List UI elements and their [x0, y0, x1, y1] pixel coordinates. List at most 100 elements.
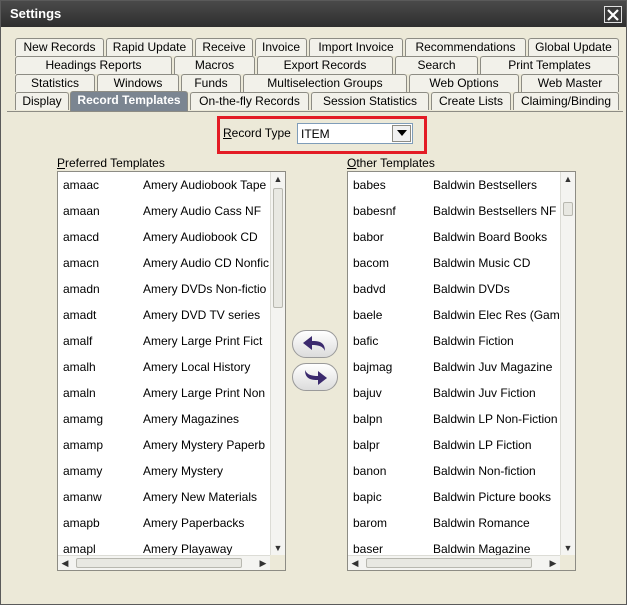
tab-recommendations[interactable]: Recommendations	[405, 38, 526, 56]
scroll-right-button[interactable]: ▶	[256, 556, 270, 570]
list-item[interactable]: amanw Amery New Materials	[58, 484, 270, 510]
template-name: Baldwin Juv Fiction	[433, 386, 536, 400]
scroll-down-button[interactable]: ▼	[271, 541, 285, 555]
tab-multiselection-groups[interactable]: Multiselection Groups	[243, 74, 407, 92]
list-item[interactable]: bajmag Baldwin Juv Magazine	[348, 354, 560, 380]
tab-receive[interactable]: Receive	[195, 38, 253, 56]
window-title: Settings	[10, 6, 62, 21]
tab-web-options[interactable]: Web Options	[409, 74, 519, 92]
preferred-vertical-scrollbar[interactable]: ▲ ▼	[270, 172, 285, 555]
list-item[interactable]: bafic Baldwin Fiction	[348, 328, 560, 354]
list-item[interactable]: amacd Amery Audiobook CD	[58, 224, 270, 250]
template-name: Baldwin Music CD	[433, 256, 531, 270]
list-item[interactable]: baele Baldwin Elec Res (Gam	[348, 302, 560, 328]
list-item[interactable]: amacn Amery Audio CD Nonfic	[58, 250, 270, 276]
template-code: baser	[353, 542, 384, 555]
scroll-down-button[interactable]: ▼	[561, 541, 575, 555]
list-item[interactable]: amamg Amery Magazines	[58, 406, 270, 432]
tab-export-records[interactable]: Export Records	[257, 56, 393, 74]
template-name: Baldwin Fiction	[433, 334, 514, 348]
list-item[interactable]: bapic Baldwin Picture books	[348, 484, 560, 510]
tab-claiming-binding[interactable]: Claiming/Binding	[513, 92, 619, 110]
list-item[interactable]: amadt Amery DVD TV series	[58, 302, 270, 328]
list-item[interactable]: barom Baldwin Romance	[348, 510, 560, 536]
list-item[interactable]: badvd Baldwin DVDs	[348, 276, 560, 302]
template-name: Amery Audio CD Nonfic	[143, 256, 270, 270]
scroll-left-button[interactable]: ◀	[348, 556, 362, 570]
template-code: amamy	[63, 464, 103, 478]
list-item[interactable]: baser Baldwin Magazine	[348, 536, 560, 555]
tab-windows[interactable]: Windows	[97, 74, 179, 92]
tab-macros[interactable]: Macros	[174, 56, 255, 74]
scroll-left-button[interactable]: ◀	[58, 556, 72, 570]
scroll-up-button[interactable]: ▲	[561, 172, 575, 186]
record-type-dropdown-button[interactable]	[392, 125, 411, 142]
list-item[interactable]: amapl Amery Playaway	[58, 536, 270, 555]
template-code: babes	[353, 178, 386, 192]
list-item[interactable]: amadn Amery DVDs Non-fictio	[58, 276, 270, 302]
tab-new-records[interactable]: New Records	[15, 38, 104, 56]
list-item[interactable]: bacom Baldwin Music CD	[348, 250, 560, 276]
template-name: Baldwin Romance	[433, 516, 530, 530]
template-name: Amery Local History	[143, 360, 251, 374]
chevron-down-icon	[396, 130, 407, 136]
scroll-up-button[interactable]: ▲	[271, 172, 285, 186]
tab-statistics[interactable]: Statistics	[15, 74, 95, 92]
tab-search[interactable]: Search	[395, 56, 478, 74]
tab-web-master[interactable]: Web Master	[521, 74, 619, 92]
scroll-thumb-horizontal[interactable]	[366, 558, 532, 568]
preferred-horizontal-scrollbar[interactable]: ◀ ▶	[58, 555, 285, 570]
tab-create-lists[interactable]: Create Lists	[431, 92, 511, 110]
list-item[interactable]: amamy Amery Mystery	[58, 458, 270, 484]
move-to-other-button[interactable]	[292, 363, 338, 391]
list-item[interactable]: amaln Amery Large Print Non	[58, 380, 270, 406]
scroll-thumb[interactable]	[563, 202, 573, 216]
list-item[interactable]: amapb Amery Paperbacks	[58, 510, 270, 536]
tab-global-update[interactable]: Global Update	[528, 38, 619, 56]
tab-rapid-update[interactable]: Rapid Update	[106, 38, 193, 56]
tab-on-the-fly-records[interactable]: On-the-fly Records	[190, 92, 309, 110]
template-code: bapic	[353, 490, 382, 504]
record-type-label-text: ecord Type	[231, 126, 291, 140]
list-item[interactable]: balpr Baldwin LP Fiction	[348, 432, 560, 458]
template-name: Amery Large Print Non	[143, 386, 266, 400]
record-type-select[interactable]: ITEM	[297, 123, 413, 144]
list-item[interactable]: amamp Amery Mystery Paperb	[58, 432, 270, 458]
list-item[interactable]: banon Baldwin Non-fiction	[348, 458, 560, 484]
preferred-title-text: referred Templates	[65, 156, 165, 170]
tab-invoice[interactable]: Invoice	[255, 38, 307, 56]
template-name: Baldwin Board Books	[433, 230, 548, 244]
other-horizontal-scrollbar[interactable]: ◀ ▶	[348, 555, 575, 570]
list-item[interactable]: amaan Amery Audio Cass NF	[58, 198, 270, 224]
preferred-rows: amaac Amery Audiobook Tape amaan Amery Audi…	[58, 172, 270, 555]
template-code: balpn	[353, 412, 383, 426]
list-item[interactable]: bajuv Baldwin Juv Fiction	[348, 380, 560, 406]
list-item[interactable]: babesnf Baldwin Bestsellers NF	[348, 198, 560, 224]
list-item[interactable]: amaac Amery Audiobook Tape	[58, 172, 270, 198]
other-templates-list[interactable]: babes Baldwin Bestsellers babesnf Baldwin B…	[347, 171, 576, 571]
list-item[interactable]: amalf Amery Large Print Fict	[58, 328, 270, 354]
tab-session-statistics[interactable]: Session Statistics	[311, 92, 429, 110]
tab-headings-reports[interactable]: Headings Reports	[15, 56, 172, 74]
scroll-thumb-horizontal[interactable]	[76, 558, 242, 568]
list-item[interactable]: amalh Amery Local History	[58, 354, 270, 380]
tab-display[interactable]: Display	[15, 92, 69, 110]
tab-print-templates[interactable]: Print Templates	[480, 56, 619, 74]
tab-import-invoice[interactable]: Import Invoice	[309, 38, 403, 56]
other-rows: babes Baldwin Bestsellers babesnf Baldwin B…	[348, 172, 560, 555]
template-code: bajmag	[353, 360, 393, 374]
scroll-right-button[interactable]: ▶	[546, 556, 560, 570]
title-bar: Settings	[1, 1, 626, 27]
list-item[interactable]: babor Baldwin Board Books	[348, 224, 560, 250]
scroll-thumb[interactable]	[273, 188, 283, 308]
tab-record-templates[interactable]: Record Templates	[70, 91, 188, 111]
template-code: badvd	[353, 282, 386, 296]
list-item[interactable]: babes Baldwin Bestsellers	[348, 172, 560, 198]
preferred-templates-list[interactable]: amaac Amery Audiobook Tape amaan Amery Audi…	[57, 171, 286, 571]
close-button[interactable]	[604, 6, 622, 23]
move-to-preferred-button[interactable]	[292, 330, 338, 358]
list-item[interactable]: balpn Baldwin LP Non-Fiction	[348, 406, 560, 432]
other-vertical-scrollbar[interactable]: ▲ ▼	[560, 172, 575, 555]
close-icon	[607, 8, 619, 21]
tab-funds[interactable]: Funds	[181, 74, 241, 92]
